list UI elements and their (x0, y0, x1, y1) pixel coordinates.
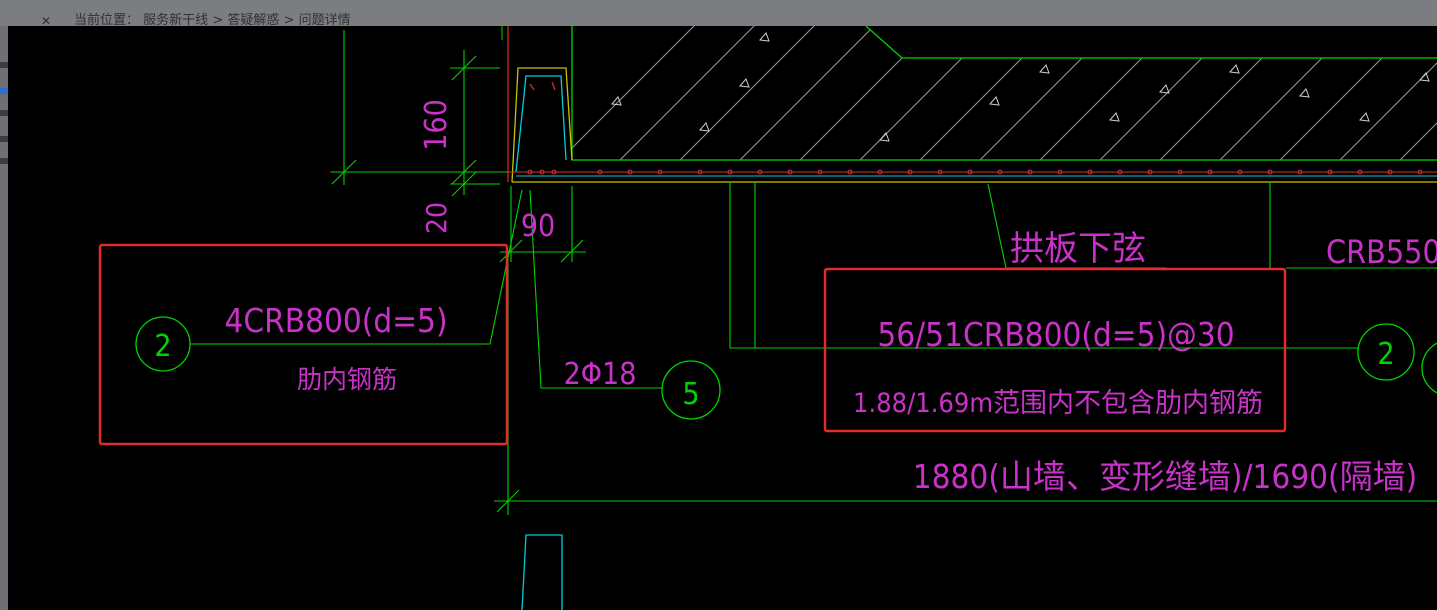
rib-rebar (515, 75, 567, 173)
dimension-20-text: 20 (420, 202, 453, 234)
side-mark (0, 88, 8, 94)
dimension-90-text: 90 (521, 209, 555, 244)
breadcrumb-separator: > (283, 13, 295, 26)
breadcrumb-item[interactable]: 答疑解惑 (227, 13, 279, 26)
side-mark (0, 158, 8, 164)
span-dimension-text: 1880(山墙、变形缝墙)/1690(隔墙) (913, 457, 1417, 496)
main-rebar-label: 2Φ18 (564, 357, 637, 392)
callout-number-left: 2 (154, 329, 171, 364)
arch-bottom-chord-label: 拱板下弦 (1010, 229, 1146, 269)
right-rebar-note: 1.88/1.69m范围内不包含肋内钢筋 (853, 388, 1263, 419)
breadcrumb: 当前位置： 服务新干线 > 答疑解惑 > 问题详情 (74, 9, 351, 26)
left-rebar-label: 4CRB800(d=5) (224, 301, 447, 340)
breadcrumb-item[interactable]: 问题详情 (299, 13, 351, 26)
breadcrumb-separator: > (212, 13, 224, 26)
cad-drawing: 160 20 90 拱板下弦 CRB550 4CRB800(d=5) 肋内钢筋 … (98, 26, 1437, 610)
side-mark (0, 136, 8, 142)
cad-drawing-canvas[interactable]: 160 20 90 拱板下弦 CRB550 4CRB800(d=5) 肋内钢筋 … (8, 26, 1437, 610)
leader-lines (190, 182, 1437, 389)
aggregate-marks (611, 32, 1430, 142)
crb550-label: CRB550 (1326, 233, 1437, 271)
breadcrumb-item[interactable]: 服务新干线 (143, 13, 208, 26)
rebar-mark (529, 83, 535, 91)
left-rebar-note: 肋内钢筋 (297, 365, 397, 394)
rebar-mark (551, 81, 556, 91)
side-mark (0, 62, 8, 68)
top-bar: ✕ 当前位置： 服务新干线 > 答疑解惑 > 问题详情 (0, 0, 1437, 28)
lower-rib (521, 534, 563, 610)
callout-number-right: 2 (1377, 337, 1394, 372)
left-side-strip (0, 26, 8, 610)
dimension-160-text: 160 (419, 99, 454, 151)
slab-top-edge (865, 26, 1437, 59)
side-mark (0, 110, 8, 116)
callout-number-middle: 5 (682, 377, 699, 412)
concrete-hatch (572, 26, 1437, 160)
breadcrumb-label: 当前位置： (74, 13, 140, 26)
right-rebar-label: 56/51CRB800(d=5)@30 (877, 315, 1234, 354)
